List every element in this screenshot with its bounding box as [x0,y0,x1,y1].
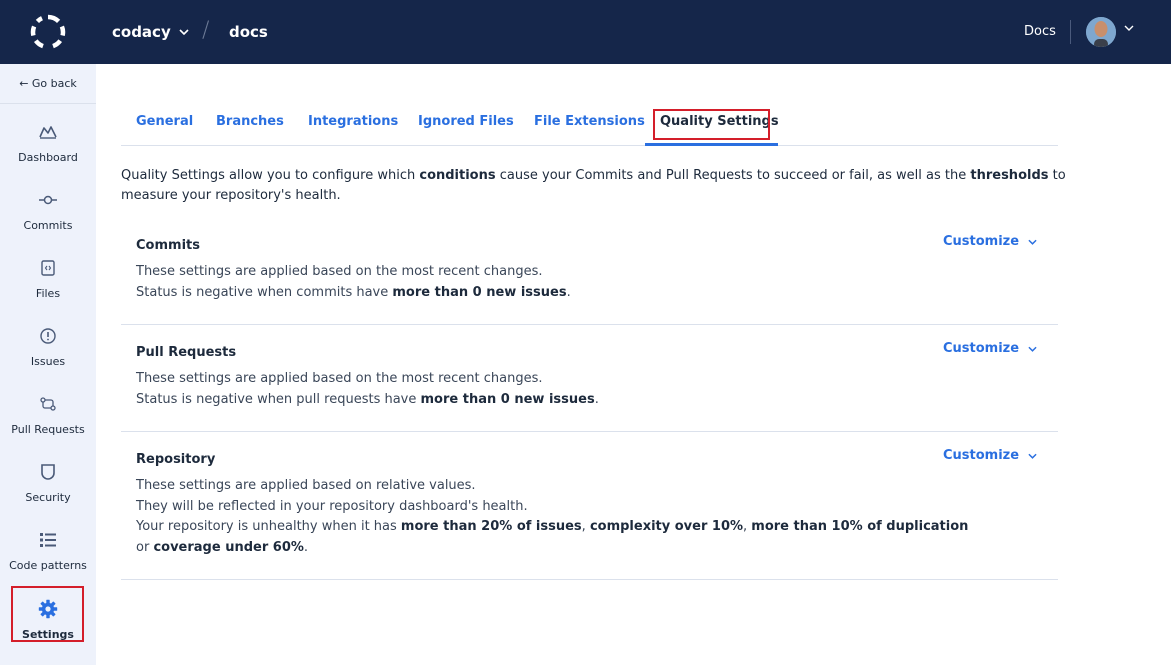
docs-link[interactable]: Docs [1024,24,1056,39]
repository-section: Repository These settings are applied ba… [121,432,1058,580]
file-icon [38,258,58,278]
chevron-down-icon [179,29,189,35]
active-tab-indicator [645,143,778,146]
section-description: These settings are applied based on the … [136,371,543,386]
sidebar-item-files[interactable]: Files [0,254,96,314]
codacy-logo[interactable] [30,14,66,50]
sidebar-item-security[interactable]: Security [0,458,96,518]
org-name: codacy [112,23,171,41]
section-description: These settings are applied based on the … [136,264,543,279]
sidebar: ← Go back Dashboard Commits Files Issues… [0,64,96,665]
sidebar-item-label: Commits [23,219,73,232]
chevron-down-icon [1028,239,1037,245]
commits-section: Commits These settings are applied based… [121,224,1058,325]
sidebar-item-code-patterns[interactable]: Code patterns [0,526,96,586]
section-condition: Status is negative when pull requests ha… [136,392,599,407]
sidebar-item-label: Security [25,491,71,504]
shield-icon [38,462,58,482]
sidebar-item-dashboard[interactable]: Dashboard [0,118,96,178]
tab-branches[interactable]: Branches [216,114,284,129]
section-description: These settings are applied based on rela… [136,478,476,493]
section-condition: Status is negative when commits have mor… [136,285,571,300]
sidebar-item-label: Pull Requests [11,423,85,436]
customize-button[interactable]: Customize [943,341,1037,356]
avatar-image [1086,17,1116,47]
section-condition-2: or coverage under 60%. [136,540,309,555]
settings-tabs: General Branches Integrations Ignored Fi… [121,102,1058,146]
sidebar-item-label: Files [35,287,61,300]
avatar[interactable] [1086,17,1116,47]
sidebar-item-commits[interactable]: Commits [0,186,96,246]
sidebar-item-pull-requests[interactable]: Pull Requests [0,390,96,450]
section-title: Commits [136,238,200,253]
section-title: Repository [136,452,216,467]
customize-button[interactable]: Customize [943,234,1037,249]
section-description-2: They will be reflected in your repositor… [136,499,528,514]
chevron-down-icon[interactable] [1124,25,1134,31]
sidebar-item-label: Issues [30,355,66,368]
issue-icon [38,326,58,346]
header-divider [1070,20,1071,44]
section-condition: Your repository is unhealthy when it has… [136,519,969,534]
sidebar-item-label: Dashboard [18,151,78,164]
tab-integrations[interactable]: Integrations [308,114,398,129]
tab-file-extensions[interactable]: File Extensions [534,114,645,129]
org-selector[interactable]: codacy [112,23,189,41]
top-bar: codacy / docs Docs [0,0,1171,64]
commit-icon [38,190,58,210]
dashboard-icon [38,122,58,142]
selection-highlight [653,109,770,140]
repo-name[interactable]: docs [229,23,268,41]
customize-button[interactable]: Customize [943,448,1037,463]
intro-text: Quality Settings allow you to configure … [121,168,1066,203]
sidebar-item-issues[interactable]: Issues [0,322,96,382]
tab-ignored-files[interactable]: Ignored Files [418,114,514,129]
pull-requests-section: Pull Requests These settings are applied… [121,325,1058,432]
chevron-down-icon [1028,453,1037,459]
sidebar-item-label: Code patterns [9,559,87,572]
chevron-down-icon [1028,346,1037,352]
section-title: Pull Requests [136,345,237,360]
pull-request-icon [38,394,58,414]
go-back-link[interactable]: ← Go back [0,64,96,104]
breadcrumb-separator: / [202,18,210,43]
tab-general[interactable]: General [136,114,193,129]
list-icon [38,530,58,550]
selection-highlight [11,586,84,642]
